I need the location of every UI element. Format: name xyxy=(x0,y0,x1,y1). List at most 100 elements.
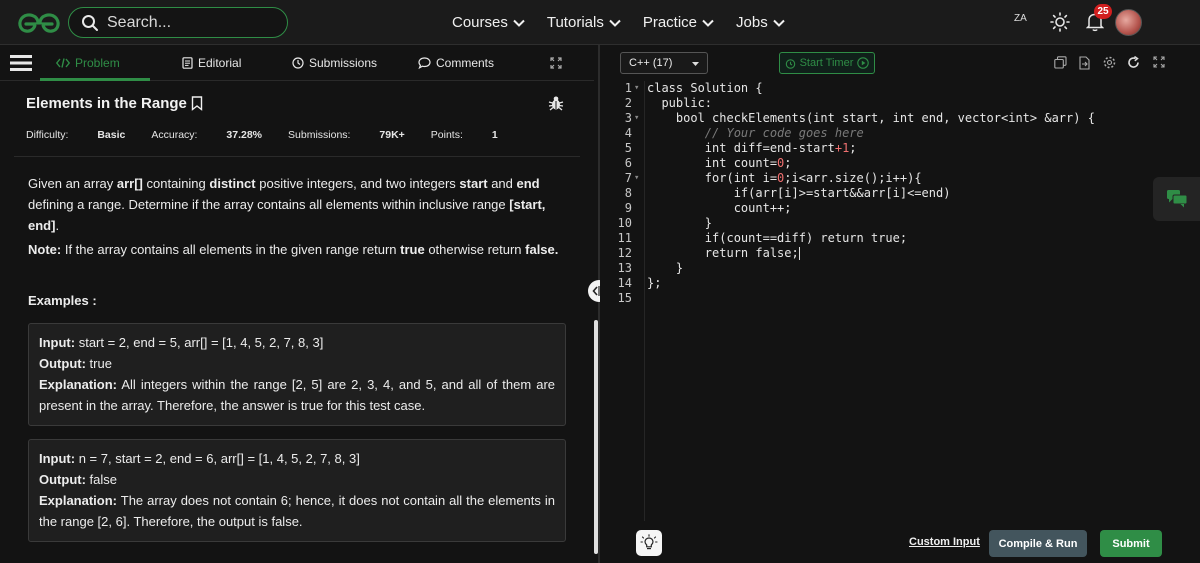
example-input: Input: start = 2, end = 5, arr[] = [1, 4… xyxy=(39,335,324,350)
code-icon xyxy=(56,58,70,68)
chevron-down-icon xyxy=(513,19,525,27)
chat-button[interactable] xyxy=(1153,177,1200,221)
fullscreen-icon[interactable] xyxy=(1153,56,1165,68)
user-avatar[interactable] xyxy=(1115,9,1142,36)
search-bar[interactable]: Search... xyxy=(68,7,288,38)
main-menu: Courses Tutorials Practice Jobs xyxy=(452,0,807,45)
stopwatch-icon xyxy=(785,58,795,69)
code-line: bool checkElements(int start, int end, v… xyxy=(647,111,1095,125)
line-number: 7 xyxy=(624,171,632,185)
caret-down-icon xyxy=(692,62,699,66)
language-select[interactable]: C++ (17) xyxy=(620,52,708,74)
code-line: return false; xyxy=(647,246,800,260)
line-number: 3 xyxy=(624,111,632,125)
line-number: 6 xyxy=(624,156,632,170)
line-number: 15 xyxy=(617,291,632,305)
translate-icon[interactable]: ZA xyxy=(1014,13,1034,33)
problem-description: Given an array arr[] containing distinct… xyxy=(28,176,546,233)
code-line: for(int i=0;i<arr.size();i++){ xyxy=(647,171,922,185)
bookmark-icon[interactable] xyxy=(191,96,203,111)
expand-panel-icon[interactable] xyxy=(550,57,562,69)
text-cursor xyxy=(798,247,800,260)
code-line: if(arr[i]>=start&&arr[i]<=end) xyxy=(647,186,951,200)
menu-courses[interactable]: Courses xyxy=(452,14,525,31)
document-icon xyxy=(182,57,193,69)
accuracy: Accuracy: 37.28% xyxy=(151,129,263,141)
example-box: Input: n = 7, start = 2, end = 6, arr[] … xyxy=(28,439,566,542)
line-number: 8 xyxy=(624,186,632,200)
example-output: Output: true xyxy=(39,356,112,371)
fold-marker-icon[interactable]: ▾ xyxy=(634,81,639,96)
hint-button[interactable] xyxy=(636,530,662,556)
code-line: public: xyxy=(647,96,713,110)
code-line: class Solution { xyxy=(647,81,763,95)
copy-icon[interactable] xyxy=(1054,56,1067,69)
problem-title-row: Elements in the Range xyxy=(26,95,203,112)
search-icon xyxy=(82,14,98,31)
menu-tutorials[interactable]: Tutorials xyxy=(547,14,621,31)
line-number: 12 xyxy=(617,246,632,260)
chevron-down-icon xyxy=(609,19,621,27)
line-number: 9 xyxy=(624,201,632,215)
menu-jobs[interactable]: Jobs xyxy=(736,14,785,31)
editor-gutter-divider xyxy=(644,81,645,521)
hamburger-menu-icon[interactable] xyxy=(10,54,32,72)
reset-code-icon[interactable] xyxy=(1127,56,1140,69)
submissions-count: Submissions: 79K+ xyxy=(288,129,405,141)
notification-badge: 25 xyxy=(1094,4,1112,19)
compile-run-button[interactable]: Compile & Run xyxy=(989,530,1087,557)
problem-panel: Problem Editorial Submissions Comments E… xyxy=(0,45,594,563)
example-explanation: Explanation: All integers within the ran… xyxy=(39,377,555,413)
example-box: Input: start = 2, end = 5, arr[] = [1, 4… xyxy=(28,323,566,426)
line-number: 11 xyxy=(617,231,632,245)
line-number: 4 xyxy=(624,126,632,140)
example-explanation: Explanation: The array does not contain … xyxy=(39,493,555,529)
code-line: if(count==diff) return true; xyxy=(647,231,908,245)
problem-note: Note: If the array contains all elements… xyxy=(28,242,559,257)
line-number: 14 xyxy=(617,276,632,290)
code-line: count++; xyxy=(647,201,792,215)
play-circle-icon xyxy=(857,57,870,69)
top-navbar: Search... Courses Tutorials Practice Job… xyxy=(0,0,1200,45)
fold-marker-icon[interactable]: ▾ xyxy=(634,171,639,186)
report-bug-icon[interactable] xyxy=(548,95,564,111)
tab-comments[interactable]: Comments xyxy=(418,45,494,81)
gfg-logo-icon[interactable] xyxy=(14,10,64,36)
problem-meta: Difficulty: Basic Accuracy: 37.28% Submi… xyxy=(26,129,524,141)
code-line: } xyxy=(647,216,713,230)
line-number: 5 xyxy=(624,141,632,155)
chevron-down-icon xyxy=(702,19,714,27)
points: Points: 1 xyxy=(430,129,498,141)
example-input: Input: n = 7, start = 2, end = 6, arr[] … xyxy=(39,451,360,466)
submit-button[interactable]: Submit xyxy=(1100,530,1162,557)
tab-editorial[interactable]: Editorial xyxy=(182,45,241,81)
line-number: 2 xyxy=(624,96,632,110)
import-file-icon[interactable] xyxy=(1078,56,1091,70)
theme-toggle-sun-icon[interactable] xyxy=(1050,12,1070,32)
chat-bubbles-icon xyxy=(1166,190,1187,208)
line-number: 1 xyxy=(624,81,632,95)
tab-problem[interactable]: Problem xyxy=(56,45,120,81)
custom-input-link[interactable]: Custom Input xyxy=(909,536,980,548)
difficulty: Difficulty: Basic xyxy=(26,129,126,141)
line-number: 13 xyxy=(617,261,632,275)
settings-gear-icon[interactable] xyxy=(1103,56,1116,69)
code-editor-panel: C++ (17) Start Timer 1 2 3 4 5 6 7 8 9 1… xyxy=(600,45,1200,563)
code-line: }; xyxy=(647,276,662,290)
fold-marker-icon[interactable]: ▾ xyxy=(634,111,639,126)
code-line: int count=0; xyxy=(647,156,792,170)
chevron-down-icon xyxy=(772,19,785,27)
search-placeholder: Search... xyxy=(107,13,172,31)
comment-icon xyxy=(418,57,431,69)
examples-heading: Examples : xyxy=(28,293,97,308)
tab-submissions[interactable]: Submissions xyxy=(292,45,377,81)
clock-icon xyxy=(292,57,304,69)
active-tab-indicator xyxy=(40,78,150,81)
code-line: } xyxy=(647,261,684,275)
menu-practice[interactable]: Practice xyxy=(643,14,714,31)
start-timer-button[interactable]: Start Timer xyxy=(779,52,875,74)
divider xyxy=(14,156,580,157)
example-output: Output: false xyxy=(39,472,117,487)
problem-tabbar: Problem Editorial Submissions Comments xyxy=(0,45,594,81)
lightbulb-icon xyxy=(640,534,658,550)
